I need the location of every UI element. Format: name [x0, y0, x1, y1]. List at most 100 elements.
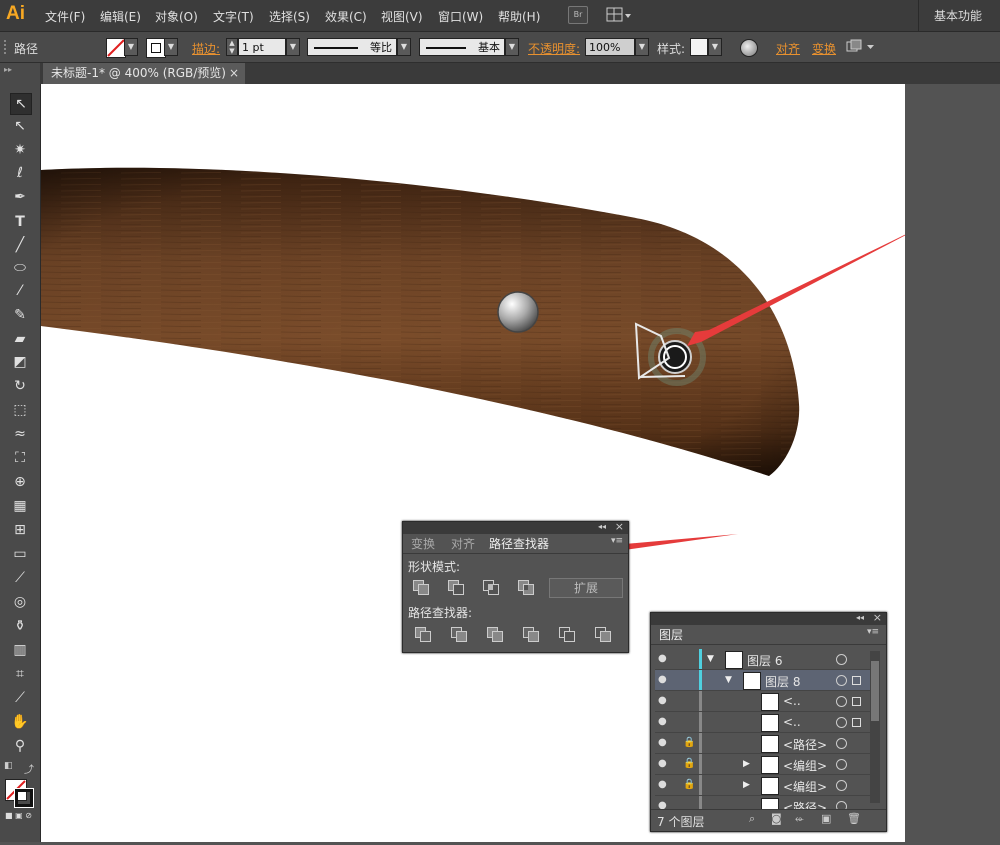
arrange-documents-button[interactable] [606, 6, 632, 24]
fill-dropdown[interactable]: ▼ [124, 38, 138, 56]
profile-dropdown[interactable]: ▼ [397, 38, 411, 56]
disclosure-triangle-icon[interactable]: ▼ [707, 654, 714, 664]
layer-row[interactable]: ● <路径> [655, 796, 876, 809]
trim-icon[interactable] [451, 627, 467, 642]
menu-edit[interactable]: 编辑(E) [100, 8, 141, 25]
recolor-artwork-icon[interactable] [740, 39, 758, 57]
selection-indicator[interactable] [852, 718, 861, 727]
zoom-tool-icon[interactable]: ⚲ [10, 736, 30, 756]
stroke-swatch[interactable] [146, 38, 166, 58]
menu-select[interactable]: 选择(S) [269, 8, 310, 25]
fill-swatch[interactable] [106, 38, 126, 58]
menu-file[interactable]: 文件(F) [45, 8, 85, 25]
variable-width-profile[interactable]: 等比 [307, 38, 397, 56]
menu-view[interactable]: 视图(V) [381, 8, 423, 25]
collapse-panel-icon[interactable]: ◂◂ [598, 522, 606, 531]
target-circle-icon[interactable] [836, 738, 847, 749]
stroke-weight-field[interactable]: 1 pt [238, 38, 286, 56]
layer-name[interactable]: <.. [783, 694, 801, 708]
target-circle-icon[interactable] [836, 780, 847, 791]
layer-row[interactable]: ● <.. [655, 712, 876, 733]
panel-menu-icon[interactable]: ▾≡ [867, 627, 879, 637]
line-tool-icon[interactable]: ╱ [10, 235, 30, 255]
blob-brush-tool-icon[interactable]: ▰ [10, 329, 30, 349]
align-link[interactable]: 对齐 [776, 40, 800, 57]
layer-name[interactable]: <.. [783, 715, 801, 729]
disclosure-triangle-icon[interactable]: ▼ [725, 675, 732, 685]
tab-transform[interactable]: 变换 [405, 535, 441, 553]
tab-align[interactable]: 对齐 [445, 535, 481, 553]
layer-row[interactable]: ● 🔒 ▶ <编组> [655, 775, 876, 796]
width-tool-icon[interactable]: ≈ [10, 424, 30, 444]
workspace-switcher[interactable]: 基本功能 [934, 7, 982, 24]
graphic-style-swatch[interactable] [690, 38, 708, 56]
brush-dropdown[interactable]: ▼ [505, 38, 519, 56]
graphic-style-dropdown[interactable]: ▼ [708, 38, 722, 56]
layer-row[interactable]: ● 🔒 <路径> [655, 733, 876, 754]
selection-tool-icon[interactable]: ↖ [10, 93, 32, 115]
opacity-dropdown[interactable]: ▼ [635, 38, 649, 56]
layer-name[interactable]: <路径> [783, 736, 827, 753]
layer-name[interactable]: <编组> [783, 778, 827, 795]
visibility-eye-icon[interactable]: ● [658, 716, 667, 727]
visibility-eye-icon[interactable]: ● [658, 653, 667, 664]
intersect-icon[interactable] [483, 580, 499, 595]
visibility-eye-icon[interactable]: ● [658, 779, 667, 790]
menu-effect[interactable]: 效果(C) [325, 8, 367, 25]
panel-titlebar[interactable]: ◂◂ × [651, 611, 886, 625]
default-colors-icon[interactable]: ◧ [4, 761, 13, 771]
target-circle-icon[interactable] [836, 696, 847, 707]
slice-tool-icon[interactable]: ⟋ [10, 688, 30, 708]
column-graph-tool-icon[interactable]: ▥ [10, 640, 30, 660]
target-circle-icon[interactable] [836, 654, 847, 665]
lock-icon[interactable]: 🔒 [683, 779, 695, 790]
free-transform-tool-icon[interactable]: ⛶ [10, 448, 30, 468]
outline-icon[interactable] [559, 627, 575, 642]
brush-definition[interactable]: 基本 [419, 38, 505, 56]
stroke-color-box[interactable] [14, 788, 34, 808]
crop-icon[interactable] [523, 627, 539, 642]
document-tab[interactable]: 未标题-1* @ 400% (RGB/预览) × [43, 63, 245, 84]
new-layer-icon[interactable]: ▣ [821, 812, 831, 825]
target-circle-icon[interactable] [836, 717, 847, 728]
scale-tool-icon[interactable]: ⬚ [10, 400, 30, 420]
make-clipping-mask-icon[interactable]: ◙ [771, 812, 782, 825]
symbol-sprayer-tool-icon[interactable]: ⚱ [10, 616, 30, 636]
ellipse-tool-icon[interactable]: ⬭ [10, 258, 30, 278]
gradient-tool-icon[interactable]: ▭ [10, 544, 30, 564]
rivet-circle[interactable] [497, 291, 539, 333]
artboard-tool-icon[interactable]: ⌗ [10, 664, 30, 684]
stroke-weight-stepper[interactable]: ▲ ▼ [226, 38, 238, 56]
visibility-eye-icon[interactable]: ● [658, 674, 667, 685]
color-mode-icons[interactable]: ■ ▣ ⊘ [5, 811, 32, 820]
swap-colors-icon[interactable]: ⤴ [24, 761, 34, 776]
stroke-dropdown[interactable]: ▼ [164, 38, 178, 56]
layer-row[interactable]: ● <.. [655, 691, 876, 712]
selection-indicator[interactable] [852, 697, 861, 706]
merge-icon[interactable] [487, 627, 503, 642]
disclosure-triangle-icon[interactable]: ▶ [743, 759, 750, 769]
opacity-field[interactable]: 100% [585, 38, 635, 56]
eraser-tool-icon[interactable]: ◩ [10, 352, 30, 372]
menu-type[interactable]: 文字(T) [213, 8, 254, 25]
perspective-grid-tool-icon[interactable]: ▦ [10, 496, 30, 516]
disclosure-triangle-icon[interactable]: ▶ [743, 780, 750, 790]
layer-row[interactable]: ● 🔒 ▶ <编组> [655, 754, 876, 775]
stroke-weight-dropdown[interactable]: ▼ [286, 38, 300, 56]
minus-back-icon[interactable] [595, 627, 611, 642]
stroke-label[interactable]: 描边: [192, 40, 220, 57]
collapse-panel-icon[interactable]: ◂◂ [856, 613, 864, 622]
opacity-label[interactable]: 不透明度: [528, 40, 580, 57]
layer-row[interactable]: ● ▼ 图层 6 [655, 649, 876, 670]
grip-handle[interactable] [4, 40, 10, 54]
bridge-button[interactable]: Br [568, 6, 588, 24]
exclude-icon[interactable] [518, 580, 534, 595]
visibility-eye-icon[interactable]: ● [658, 800, 667, 809]
layer-row[interactable]: ● ▼ 图层 8 [655, 670, 876, 691]
tab-layers[interactable]: 图层 [653, 626, 690, 644]
close-panel-icon[interactable]: × [615, 520, 624, 533]
mesh-tool-icon[interactable]: ⊞ [10, 520, 30, 540]
pencil-tool-icon[interactable]: ✎ [10, 305, 30, 325]
locate-object-icon[interactable]: ⌕ [749, 812, 755, 826]
target-circle-icon[interactable] [836, 801, 847, 809]
